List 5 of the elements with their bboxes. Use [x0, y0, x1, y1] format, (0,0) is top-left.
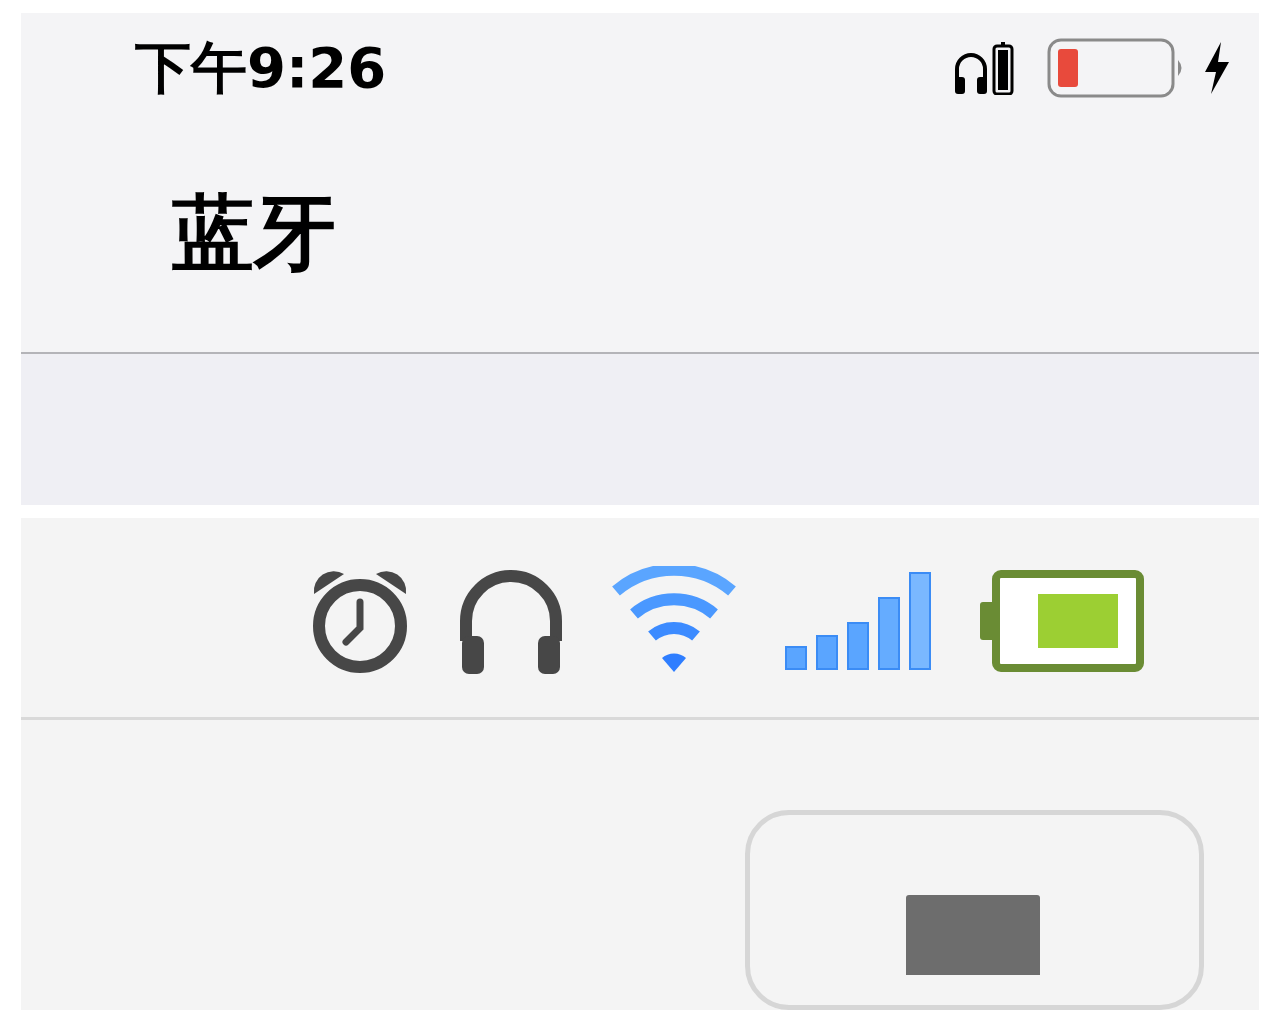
status-time: 下午9:26 — [135, 40, 387, 96]
signal-bars-icon — [784, 570, 934, 671]
battery-icon — [980, 569, 1144, 672]
page-title: 蓝牙 — [172, 191, 336, 274]
battery-level-icon — [991, 41, 1015, 95]
